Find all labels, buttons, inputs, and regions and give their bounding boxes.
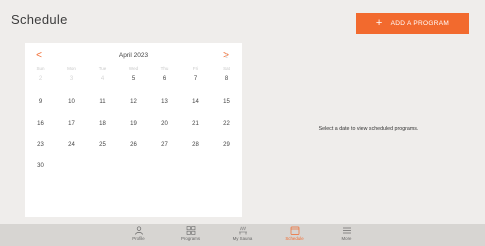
empty-schedule-message: Select a date to view scheduled programs… [318, 126, 419, 132]
calendar-day [211, 160, 242, 172]
tab-label: My Sauna [232, 236, 253, 241]
calendar-day[interactable]: 6 [149, 73, 180, 85]
calendar-day[interactable]: 7 [180, 73, 211, 85]
calendar-day [25, 51, 56, 63]
calendar-week-row: 23 24 25 26 27 28 29 [25, 139, 242, 151]
calendar-day[interactable]: 25 [87, 139, 118, 151]
grid-icon [186, 226, 195, 235]
tab-label: Profile [132, 236, 145, 241]
calendar-day [149, 160, 180, 172]
calendar-day[interactable]: 29 [211, 139, 242, 151]
calendar-day[interactable]: 2 [25, 73, 56, 85]
calendar-day[interactable]: 3 [56, 73, 87, 85]
calendar-day[interactable]: 17 [56, 118, 87, 130]
menu-icon [342, 227, 351, 234]
calendar-week-row: 30 [25, 160, 242, 172]
plus-icon: + [375, 17, 383, 29]
calendar-icon [290, 226, 299, 235]
tab-label: Schedule [285, 236, 304, 241]
add-program-label: ADD A PROGRAM [390, 20, 450, 27]
calendar-week-row: 1 [25, 51, 242, 63]
calendar-day[interactable]: 15 [211, 96, 242, 108]
user-icon [134, 226, 143, 235]
calendar-day[interactable]: 26 [118, 139, 149, 151]
tab-programs[interactable]: Programs [165, 224, 217, 246]
calendar-day[interactable]: 24 [56, 139, 87, 151]
calendar-day [149, 51, 180, 63]
calendar-day [56, 160, 87, 172]
calendar-day[interactable]: 23 [25, 139, 56, 151]
calendar-day[interactable]: 28 [180, 139, 211, 151]
calendar-week-row: 9 10 11 12 13 14 15 [25, 96, 242, 108]
calendar-day[interactable]: 19 [118, 118, 149, 130]
tab-schedule[interactable]: Schedule [269, 224, 321, 246]
calendar-day[interactable]: 27 [149, 139, 180, 151]
sauna-icon [238, 226, 247, 235]
calendar-day[interactable]: 22 [211, 118, 242, 130]
calendar-day [118, 160, 149, 172]
bottom-tab-bar: Profile Programs My Sauna Schedule More [0, 224, 485, 246]
calendar-day[interactable]: 20 [149, 118, 180, 130]
tab-more[interactable]: More [321, 224, 373, 246]
calendar-day [118, 51, 149, 63]
tab-profile[interactable]: Profile [113, 224, 165, 246]
calendar-day[interactable]: 16 [25, 118, 56, 130]
tab-label: More [341, 236, 352, 241]
calendar-day [180, 51, 211, 63]
calendar-day[interactable]: 1 [211, 51, 242, 63]
calendar-day [87, 51, 118, 63]
calendar-day[interactable]: 18 [87, 118, 118, 130]
calendar-day[interactable]: 13 [149, 96, 180, 108]
calendar-day[interactable]: 10 [56, 96, 87, 108]
calendar-week-row: 2345678 [25, 73, 242, 85]
calendar: < April 2023 > Sun Mon Tue Wed Thu Fri S… [25, 43, 242, 217]
calendar-day[interactable]: 14 [180, 96, 211, 108]
calendar-day[interactable]: 21 [180, 118, 211, 130]
page-title: Schedule [11, 12, 68, 27]
calendar-day[interactable]: 12 [118, 96, 149, 108]
calendar-day [180, 160, 211, 172]
tab-my-sauna[interactable]: My Sauna [217, 224, 269, 246]
calendar-day[interactable]: 30 [25, 160, 56, 172]
calendar-day[interactable]: 4 [87, 73, 118, 85]
calendar-day [56, 51, 87, 63]
calendar-week-row: 16 17 18 19 20 21 22 [25, 118, 242, 130]
calendar-day [87, 160, 118, 172]
calendar-day[interactable]: 11 [87, 96, 118, 108]
calendar-day[interactable]: 8 [211, 73, 242, 85]
calendar-day[interactable]: 5 [118, 73, 149, 85]
tab-label: Programs [180, 236, 201, 241]
add-program-button[interactable]: + ADD A PROGRAM [356, 13, 469, 34]
calendar-day[interactable]: 9 [25, 96, 56, 108]
